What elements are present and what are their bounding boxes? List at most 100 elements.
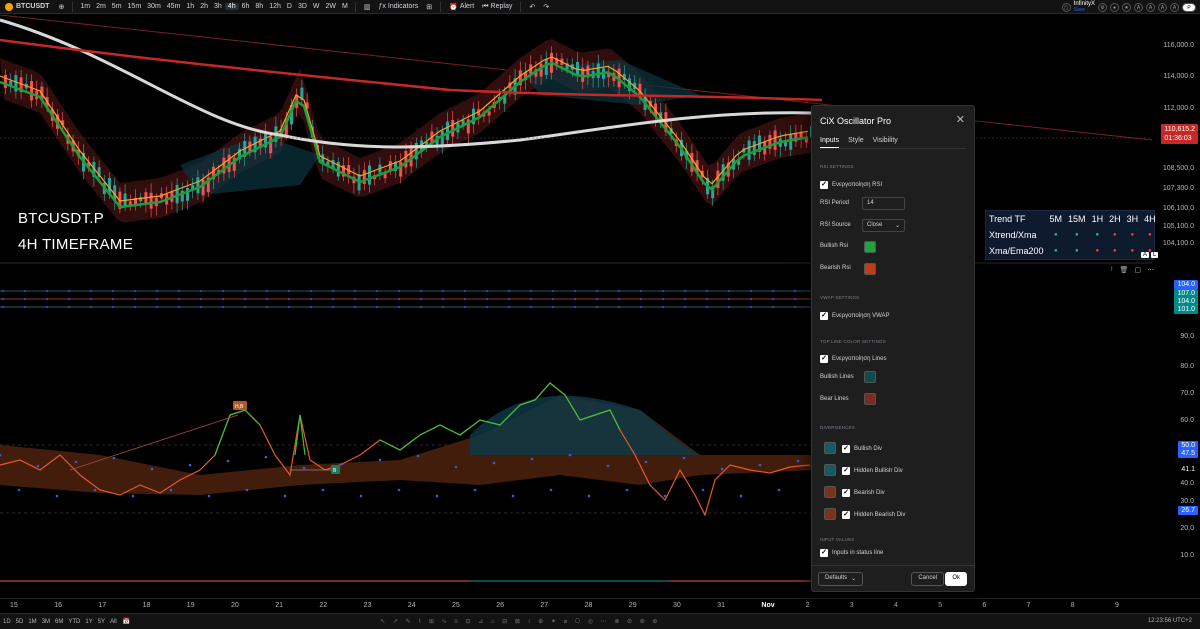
layout-icon[interactable]: ▢ xyxy=(1061,2,1071,12)
bearish-rsi-color-swatch[interactable] xyxy=(864,263,876,275)
hidden-bullish-div-color-swatch[interactable] xyxy=(824,464,836,476)
cancel-button[interactable]: Cancel xyxy=(911,572,944,586)
range-all[interactable]: All xyxy=(110,619,117,625)
range-5y[interactable]: 5Y xyxy=(98,619,105,625)
range-6m[interactable]: 6M xyxy=(55,619,63,625)
price-axis[interactable]: 110,615.2 01:36:03 116,000.0 114,000.0 112… xyxy=(1152,15,1200,600)
timeframe-1m[interactable]: 1m xyxy=(77,3,93,10)
drawing-tools-strip[interactable]: ↖ ↗ ✎ ⌇ ⊞ ∿ ≡ ⊡ ⊿ ⌂ ⊟ ⊠ ↕ ⊕ ✦ ⌀ ⎔ ◎ ⋯ ⊗ … xyxy=(380,618,660,625)
redo-icon[interactable]: ↷ xyxy=(539,3,553,11)
timeframe-3D[interactable]: 3D xyxy=(295,3,310,10)
star-icon[interactable]: ★ xyxy=(1122,2,1131,12)
enable-rsi-checkbox[interactable]: ✓ xyxy=(820,181,828,189)
symbol-selector[interactable]: BTCUSDT xyxy=(0,2,54,11)
bearish-div-checkbox[interactable]: ✓ xyxy=(842,489,850,497)
enable-rsi-row[interactable]: ✓ Ενεργοποίηση RSI xyxy=(820,181,882,189)
oscillator-pane[interactable]: H,BB xyxy=(0,290,819,582)
inputs-in-status-checkbox[interactable]: ✓ xyxy=(820,549,828,557)
timeframe-12h[interactable]: 12h xyxy=(266,3,284,10)
hidden-bullish-div-checkbox[interactable]: ✓ xyxy=(842,467,850,475)
timeframe-5m[interactable]: 5m xyxy=(109,3,125,10)
rsi-source-select[interactable]: Close ⌄ xyxy=(862,219,905,232)
bullish-div-row[interactable]: ✓ Bullish Div xyxy=(842,445,882,453)
chart-type-icon[interactable]: ▥ xyxy=(360,3,375,11)
range-3m[interactable]: 3M xyxy=(42,619,50,625)
bullish-div-checkbox[interactable]: ✓ xyxy=(842,445,850,453)
osc-tick-label: 80.0 xyxy=(1180,363,1194,370)
inputs-in-status-row[interactable]: ✓ Inputs in status line xyxy=(820,549,883,557)
bullish-lines-color-swatch[interactable] xyxy=(864,371,876,383)
bearish-div-row[interactable]: ✓ Bearish Div xyxy=(842,489,885,497)
bear-lines-color-swatch[interactable] xyxy=(864,393,876,405)
maximize-icon[interactable]: ▢ xyxy=(1134,266,1141,274)
timeframe-W[interactable]: W xyxy=(310,3,323,10)
timeframe-2W[interactable]: 2W xyxy=(323,3,340,10)
rsi-period-row: RSI Period xyxy=(820,200,849,206)
alert-shortcut-icon[interactable]: A xyxy=(1170,2,1179,12)
enable-lines-checkbox[interactable]: ✓ xyxy=(820,355,828,363)
enable-vwap-checkbox[interactable]: ✓ xyxy=(820,312,828,320)
ok-button[interactable]: Ok xyxy=(945,572,967,586)
alert-shortcut-icon[interactable]: A xyxy=(1146,2,1155,12)
range-5d[interactable]: 5D xyxy=(16,619,24,625)
timeframe-2h[interactable]: 2h xyxy=(197,3,211,10)
enable-vwap-row[interactable]: ✓ Ενεργοποίηση VWAP xyxy=(820,312,890,320)
bullish-lines-label: Bullish Lines xyxy=(820,374,854,380)
range-ytd[interactable]: YTD xyxy=(68,619,80,625)
hidden-bearish-div-row[interactable]: ✓ Hidden Bearish Div xyxy=(842,511,905,519)
defaults-dropdown[interactable]: Defaults ⌄ xyxy=(818,572,864,586)
rsi-period-input[interactable]: 14 xyxy=(862,197,905,210)
time-axis[interactable]: 15 16 17 18 19 20 21 22 23 24 25 26 27 28 29 30 31 Nov 2 3 4… xyxy=(0,598,1200,612)
top-line-dot xyxy=(684,290,686,292)
record-icon[interactable]: ● xyxy=(1110,2,1119,12)
top-line-dot xyxy=(420,306,422,308)
timeframe-30m[interactable]: 30m xyxy=(144,3,164,10)
alert-shortcut-icon[interactable]: A xyxy=(1158,2,1167,12)
timeframe-15m[interactable]: 15m xyxy=(125,3,145,10)
timeframe-1h[interactable]: 1h xyxy=(183,3,197,10)
timeframe-4h[interactable]: 4h xyxy=(224,3,239,10)
go-to-date-icon[interactable]: 📅 xyxy=(123,618,130,625)
time-tick-label: 5 xyxy=(938,602,943,609)
osc-dot xyxy=(150,467,154,471)
timeframe-M[interactable]: M xyxy=(339,3,351,10)
bullish-rsi-color-swatch[interactable] xyxy=(864,241,876,253)
alert-shortcut-icon[interactable]: A xyxy=(1134,2,1143,12)
timeframe-D[interactable]: D xyxy=(284,3,295,10)
timezone-clock[interactable]: 12:23:56 UTC+2 xyxy=(1148,618,1192,624)
templates-icon[interactable]: ⊞ xyxy=(422,3,436,11)
auto-scale-button[interactable]: A xyxy=(1141,252,1150,258)
bullish-div-color-swatch[interactable] xyxy=(824,442,836,454)
chart-subtitle: 4H TIMEFRAME xyxy=(18,236,134,253)
move-up-icon[interactable]: ↑ xyxy=(1110,266,1114,274)
price-pane[interactable] xyxy=(0,15,1152,223)
enable-lines-row[interactable]: ✓ Ενεργοποίηση Lines xyxy=(820,355,886,363)
range-1m[interactable]: 1M xyxy=(28,619,36,625)
hidden-bearish-div-checkbox[interactable]: ✓ xyxy=(842,511,850,519)
range-1d[interactable]: 1D xyxy=(3,619,11,625)
bearish-div-color-swatch[interactable] xyxy=(824,486,836,498)
timeframe-8h[interactable]: 8h xyxy=(252,3,266,10)
chart-canvas[interactable]: H,BB xyxy=(0,15,1152,598)
account-menu[interactable]: InfinityX Save xyxy=(1074,1,1095,13)
top-line-dot xyxy=(376,306,378,308)
timeframe-3h[interactable]: 3h xyxy=(211,3,225,10)
indicators-button[interactable]: ƒx Indicators xyxy=(374,3,422,10)
publish-button[interactable]: P xyxy=(1182,2,1196,12)
alert-button[interactable]: ⏰ Alert xyxy=(445,3,478,11)
timeframe-2m[interactable]: 2m xyxy=(93,3,109,10)
timeframe-6h[interactable]: 6h xyxy=(239,3,253,10)
delete-icon[interactable]: 🗑 xyxy=(1120,266,1129,274)
time-tick-label: 9 xyxy=(1115,602,1119,609)
timeframe-45m[interactable]: 45m xyxy=(164,3,184,10)
compare-plus-icon[interactable]: ⊕ xyxy=(54,3,68,11)
gear-icon[interactable]: ⚙ xyxy=(1098,2,1107,12)
undo-icon[interactable]: ↶ xyxy=(525,3,539,11)
hidden-bearish-div-color-swatch[interactable] xyxy=(824,508,836,520)
replay-button[interactable]: ⏮ Replay xyxy=(478,3,516,11)
close-icon[interactable]: ✕ xyxy=(956,113,965,126)
range-1y[interactable]: 1Y xyxy=(85,619,92,625)
time-tick-label: 26 xyxy=(496,602,504,609)
hidden-bullish-div-row[interactable]: ✓ Hidden Bullish Div xyxy=(842,467,903,475)
vwap-band-bull xyxy=(470,395,700,455)
